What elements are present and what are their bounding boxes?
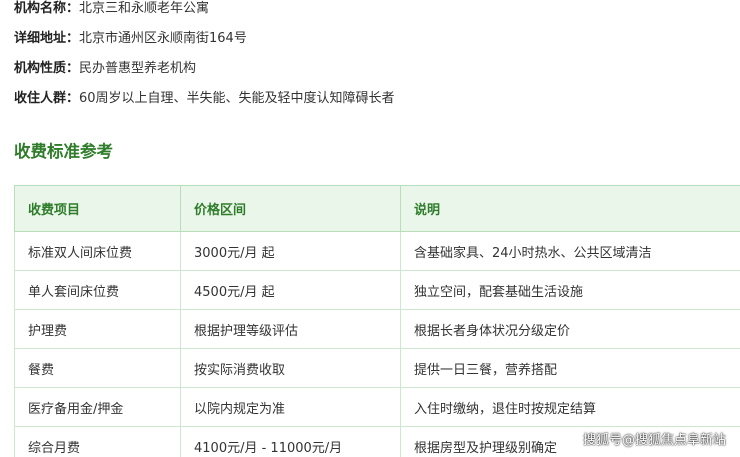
info-row-residents: 收住人群：60周岁以上自理、半失能、失能及轻中度认知障碍长者	[14, 84, 395, 114]
table-cell: 4100元/月 - 11000元/月	[180, 426, 401, 457]
table-row: 护理费 根据护理等级评估 根据长者身体状况分级定价	[14, 309, 740, 349]
table-cell: 根据护理等级评估	[180, 309, 401, 349]
table-cell: 医疗备用金/押金	[14, 387, 181, 427]
info-label: 机构性质：	[14, 61, 80, 76]
column-header-description: 说明	[400, 185, 740, 232]
info-value: 北京三和永顺老年公寓	[79, 1, 210, 16]
info-label: 机构名称：	[14, 1, 80, 16]
table-header-row: 收费项目 价格区间 说明	[14, 185, 740, 232]
info-row-name: 机构名称：北京三和永顺老年公寓	[14, 0, 395, 24]
info-value: 民办普惠型养老机构	[79, 61, 197, 76]
info-label: 收住人群：	[14, 91, 80, 106]
table-cell: 3000元/月 起	[180, 231, 401, 271]
table-row: 单人套间床位费 4500元/月 起 独立空间，配套基础生活设施	[14, 270, 740, 310]
table-cell: 根据长者身体状况分级定价	[400, 309, 740, 349]
table-cell: 标准双人间床位费	[14, 231, 181, 271]
section-title: 收费标准参考	[14, 142, 113, 161]
info-label: 详细地址：	[14, 31, 80, 46]
info-row-address: 详细地址：北京市通州区永顺南街164号	[14, 24, 395, 54]
column-header-item: 收费项目	[14, 185, 181, 232]
table-cell: 护理费	[14, 309, 181, 349]
article-page: 机构名称：北京三和永顺老年公寓 详细地址：北京市通州区永顺南街164号 机构性质…	[0, 0, 740, 457]
fee-table: 收费项目 价格区间 说明 标准双人间床位费 3000元/月 起 含基础家具、24…	[14, 185, 740, 457]
table-cell: 含基础家具、24小时热水、公共区域清洁	[400, 231, 740, 271]
column-header-price: 价格区间	[180, 185, 401, 232]
table-cell: 单人套间床位费	[14, 270, 181, 310]
table-cell: 综合月费	[14, 426, 181, 457]
info-value: 60周岁以上自理、半失能、失能及轻中度认知障碍长者	[79, 91, 395, 106]
source-watermark: 搜狐号@搜狐焦点阜新站	[582, 433, 726, 448]
table-cell: 独立空间，配套基础生活设施	[400, 270, 740, 310]
facility-info-list: 机构名称：北京三和永顺老年公寓 详细地址：北京市通州区永顺南街164号 机构性质…	[14, 0, 395, 114]
table-cell: 提供一日三餐，营养搭配	[400, 348, 740, 388]
table-cell: 4500元/月 起	[180, 270, 401, 310]
table-cell: 以院内规定为准	[180, 387, 401, 427]
table-cell: 按实际消费收取	[180, 348, 401, 388]
info-value: 北京市通州区永顺南街164号	[79, 31, 247, 46]
table-cell: 餐费	[14, 348, 181, 388]
table-row: 标准双人间床位费 3000元/月 起 含基础家具、24小时热水、公共区域清洁	[14, 231, 740, 271]
info-row-type: 机构性质：民办普惠型养老机构	[14, 54, 395, 84]
table-cell: 入住时缴纳，退住时按规定结算	[400, 387, 740, 427]
table-row: 医疗备用金/押金 以院内规定为准 入住时缴纳，退住时按规定结算	[14, 387, 740, 427]
table-row: 餐费 按实际消费收取 提供一日三餐，营养搭配	[14, 348, 740, 388]
